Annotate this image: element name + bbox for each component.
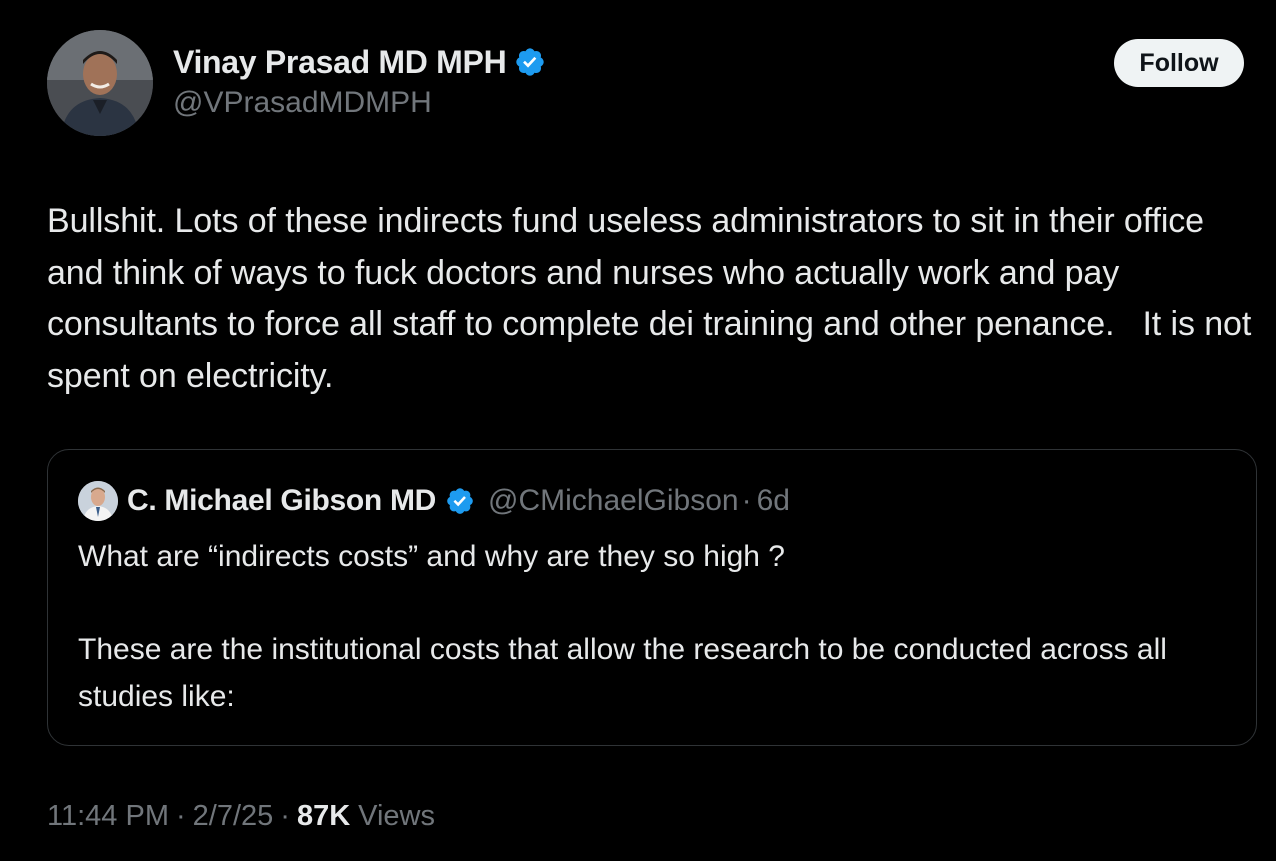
views-label: Views: [358, 800, 436, 832]
quoted-tweet-time: 6d: [756, 484, 790, 517]
author-name[interactable]: Vinay Prasad MD MPH: [173, 44, 507, 81]
quoted-author-name: C. Michael Gibson MD: [127, 484, 437, 517]
author-name-row: Vinay Prasad MD MPH: [173, 40, 546, 84]
user-avatar-image: [47, 30, 153, 136]
quoted-tweet-header: C. Michael Gibson MD @CMichaelGibson · 6…: [78, 480, 790, 522]
tweet-detail: Vinay Prasad MD MPH @VPrasadMDMPH Follow…: [0, 0, 1276, 861]
quoted-tweet-text: What are “indirects costs” and why are t…: [78, 540, 1167, 713]
separator-dot: ·: [175, 800, 186, 832]
separator-dot: ·: [741, 484, 752, 517]
quoted-author-avatar[interactable]: [78, 481, 118, 521]
author-handle[interactable]: @VPrasadMDMPH: [173, 86, 432, 120]
user-avatar-image: [78, 481, 118, 521]
tweet-text: Bullshit. Lots of these indirects fund u…: [47, 202, 1261, 395]
verified-badge-icon: [445, 486, 475, 516]
quoted-author-handle: @CMichaelGibson: [488, 484, 739, 517]
follow-button[interactable]: Follow: [1114, 39, 1244, 87]
tweet-meta: 11:44 PM · 2/7/25 · 87K Views: [47, 800, 435, 833]
quoted-tweet-card[interactable]: C. Michael Gibson MD @CMichaelGibson · 6…: [47, 449, 1257, 746]
tweet-date[interactable]: 2/7/25: [193, 800, 274, 833]
author-avatar[interactable]: [47, 30, 153, 136]
verified-badge-icon: [514, 46, 546, 78]
tweet-time[interactable]: 11:44 PM: [47, 800, 169, 833]
views-count: 87K: [296, 800, 351, 832]
separator-dot: ·: [280, 800, 290, 832]
